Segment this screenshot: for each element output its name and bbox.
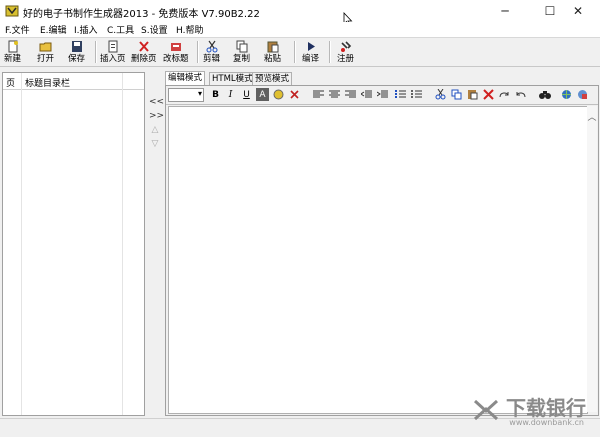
delete-page-button[interactable]: 删除页 — [131, 40, 157, 64]
format-toolbar: ▾ B I U A — [166, 86, 598, 105]
menu-file[interactable]: F.文件 — [5, 23, 30, 36]
align-right-icon[interactable] — [344, 88, 357, 101]
title-bar[interactable]: 好的电子书制作生成器2013 - 免费版本 V7.90B2.22 ─ ☐ ✕ — [0, 0, 600, 22]
minimize-button[interactable]: ─ — [483, 0, 527, 22]
find-binoculars-icon[interactable] — [538, 88, 551, 101]
menu-tools[interactable]: C.工具 — [107, 23, 134, 36]
tab-html-mode[interactable]: HTML模式 — [209, 72, 256, 86]
delete-page-icon — [139, 41, 149, 52]
new-button[interactable]: 新建 — [4, 40, 21, 64]
watermark-text: 下载银行 — [506, 396, 586, 420]
insert-page-icon — [108, 40, 118, 53]
column-divider — [122, 73, 123, 415]
chevron-down-icon: ▾ — [197, 89, 202, 98]
register-button[interactable]: 注册 — [337, 40, 354, 64]
column-header-title[interactable]: 标题目录栏 — [25, 76, 70, 89]
save-button[interactable]: 保存 — [68, 40, 85, 64]
font-color-button[interactable]: A — [256, 88, 269, 101]
bold-button[interactable]: B — [209, 88, 222, 101]
close-button[interactable]: ✕ — [556, 0, 600, 22]
delete-icon[interactable] — [482, 88, 495, 101]
align-left-icon[interactable] — [312, 88, 325, 101]
unordered-list-icon[interactable] — [410, 88, 423, 101]
compile-play-icon — [307, 42, 315, 51]
register-tool-icon — [340, 41, 351, 52]
toolbar-separator — [294, 41, 296, 63]
main-toolbar: 新建 打开 保存 插入页 删除页 改标题 剪辑 复制 粘贴 编译 注册 — [0, 37, 600, 67]
scroll-up-icon[interactable]: ︿ — [587, 110, 597, 123]
menu-help[interactable]: H.帮助 — [176, 23, 203, 36]
rename-title-button[interactable]: 改标题 — [163, 40, 189, 64]
underline-button[interactable]: U — [240, 88, 253, 101]
redo-icon[interactable] — [498, 88, 511, 101]
align-center-icon[interactable] — [328, 88, 341, 101]
move-page-down-icon[interactable]: ▽ — [149, 138, 161, 150]
open-folder-icon — [39, 42, 51, 52]
ordered-list-icon[interactable] — [394, 88, 407, 101]
cut-button[interactable]: 剪辑 — [203, 40, 220, 64]
app-icon — [5, 5, 19, 17]
column-divider — [21, 73, 22, 415]
clear-format-icon[interactable] — [288, 88, 301, 101]
watermark-logo-icon — [474, 399, 499, 420]
toolbar-separator — [95, 41, 97, 63]
save-disk-icon — [71, 41, 82, 52]
maximize-icon: ☐ — [544, 4, 556, 18]
copy-icon — [236, 40, 247, 53]
collapse-panel-button[interactable]: << — [149, 96, 164, 108]
editor-scrollbar[interactable]: ︿ — [587, 106, 597, 412]
compile-button[interactable]: 编译 — [302, 40, 319, 64]
paste-icon[interactable] — [466, 88, 479, 101]
toolbar-separator — [329, 41, 331, 63]
move-page-up-icon[interactable]: △ — [149, 124, 161, 136]
highlight-icon[interactable] — [272, 88, 285, 101]
menu-insert[interactable]: I.插入 — [74, 23, 98, 36]
watermark-url: www.downbank.cn — [509, 418, 584, 427]
image-link-icon[interactable] — [576, 88, 589, 101]
italic-button[interactable]: I — [224, 88, 237, 101]
watermark: 下载银行 — [473, 392, 586, 421]
paste-button[interactable]: 粘贴 — [264, 40, 281, 64]
toolbar-separator — [197, 41, 199, 63]
window-title: 好的电子书制作生成器2013 - 免费版本 V7.90B2.22 — [23, 9, 260, 20]
undo-icon[interactable] — [514, 88, 527, 101]
insert-page-button[interactable]: 插入页 — [100, 40, 126, 64]
menu-edit[interactable]: E.编辑 — [40, 23, 67, 36]
font-select[interactable]: ▾ — [168, 88, 204, 102]
expand-panel-button[interactable]: >> — [149, 110, 164, 122]
menu-bar: F.文件 E.编辑 I.插入 C.工具 S.设置 H.帮助 — [0, 22, 600, 37]
editor-frame: ▾ B I U A ︿ — [165, 85, 599, 416]
column-header-page[interactable]: 页 — [6, 76, 15, 89]
copy-icon[interactable] — [450, 88, 463, 101]
open-button[interactable]: 打开 — [37, 40, 54, 64]
copy-button[interactable]: 复制 — [233, 40, 250, 64]
scissors-icon — [206, 40, 217, 53]
minimize-icon: ─ — [501, 4, 509, 18]
outdent-icon[interactable] — [360, 88, 373, 101]
page-list-panel[interactable]: 页 标题目录栏 — [2, 72, 145, 416]
new-file-icon — [8, 40, 18, 53]
rename-title-icon — [170, 43, 181, 51]
paste-clipboard-icon — [267, 41, 278, 53]
cut-icon[interactable] — [434, 88, 447, 101]
close-icon: ✕ — [572, 4, 584, 18]
indent-icon[interactable] — [376, 88, 389, 101]
tab-preview-mode[interactable]: 预览模式 — [252, 72, 293, 86]
web-link-icon[interactable] — [560, 88, 573, 101]
editor-text-area[interactable] — [168, 106, 588, 414]
menu-settings[interactable]: S.设置 — [141, 23, 168, 36]
